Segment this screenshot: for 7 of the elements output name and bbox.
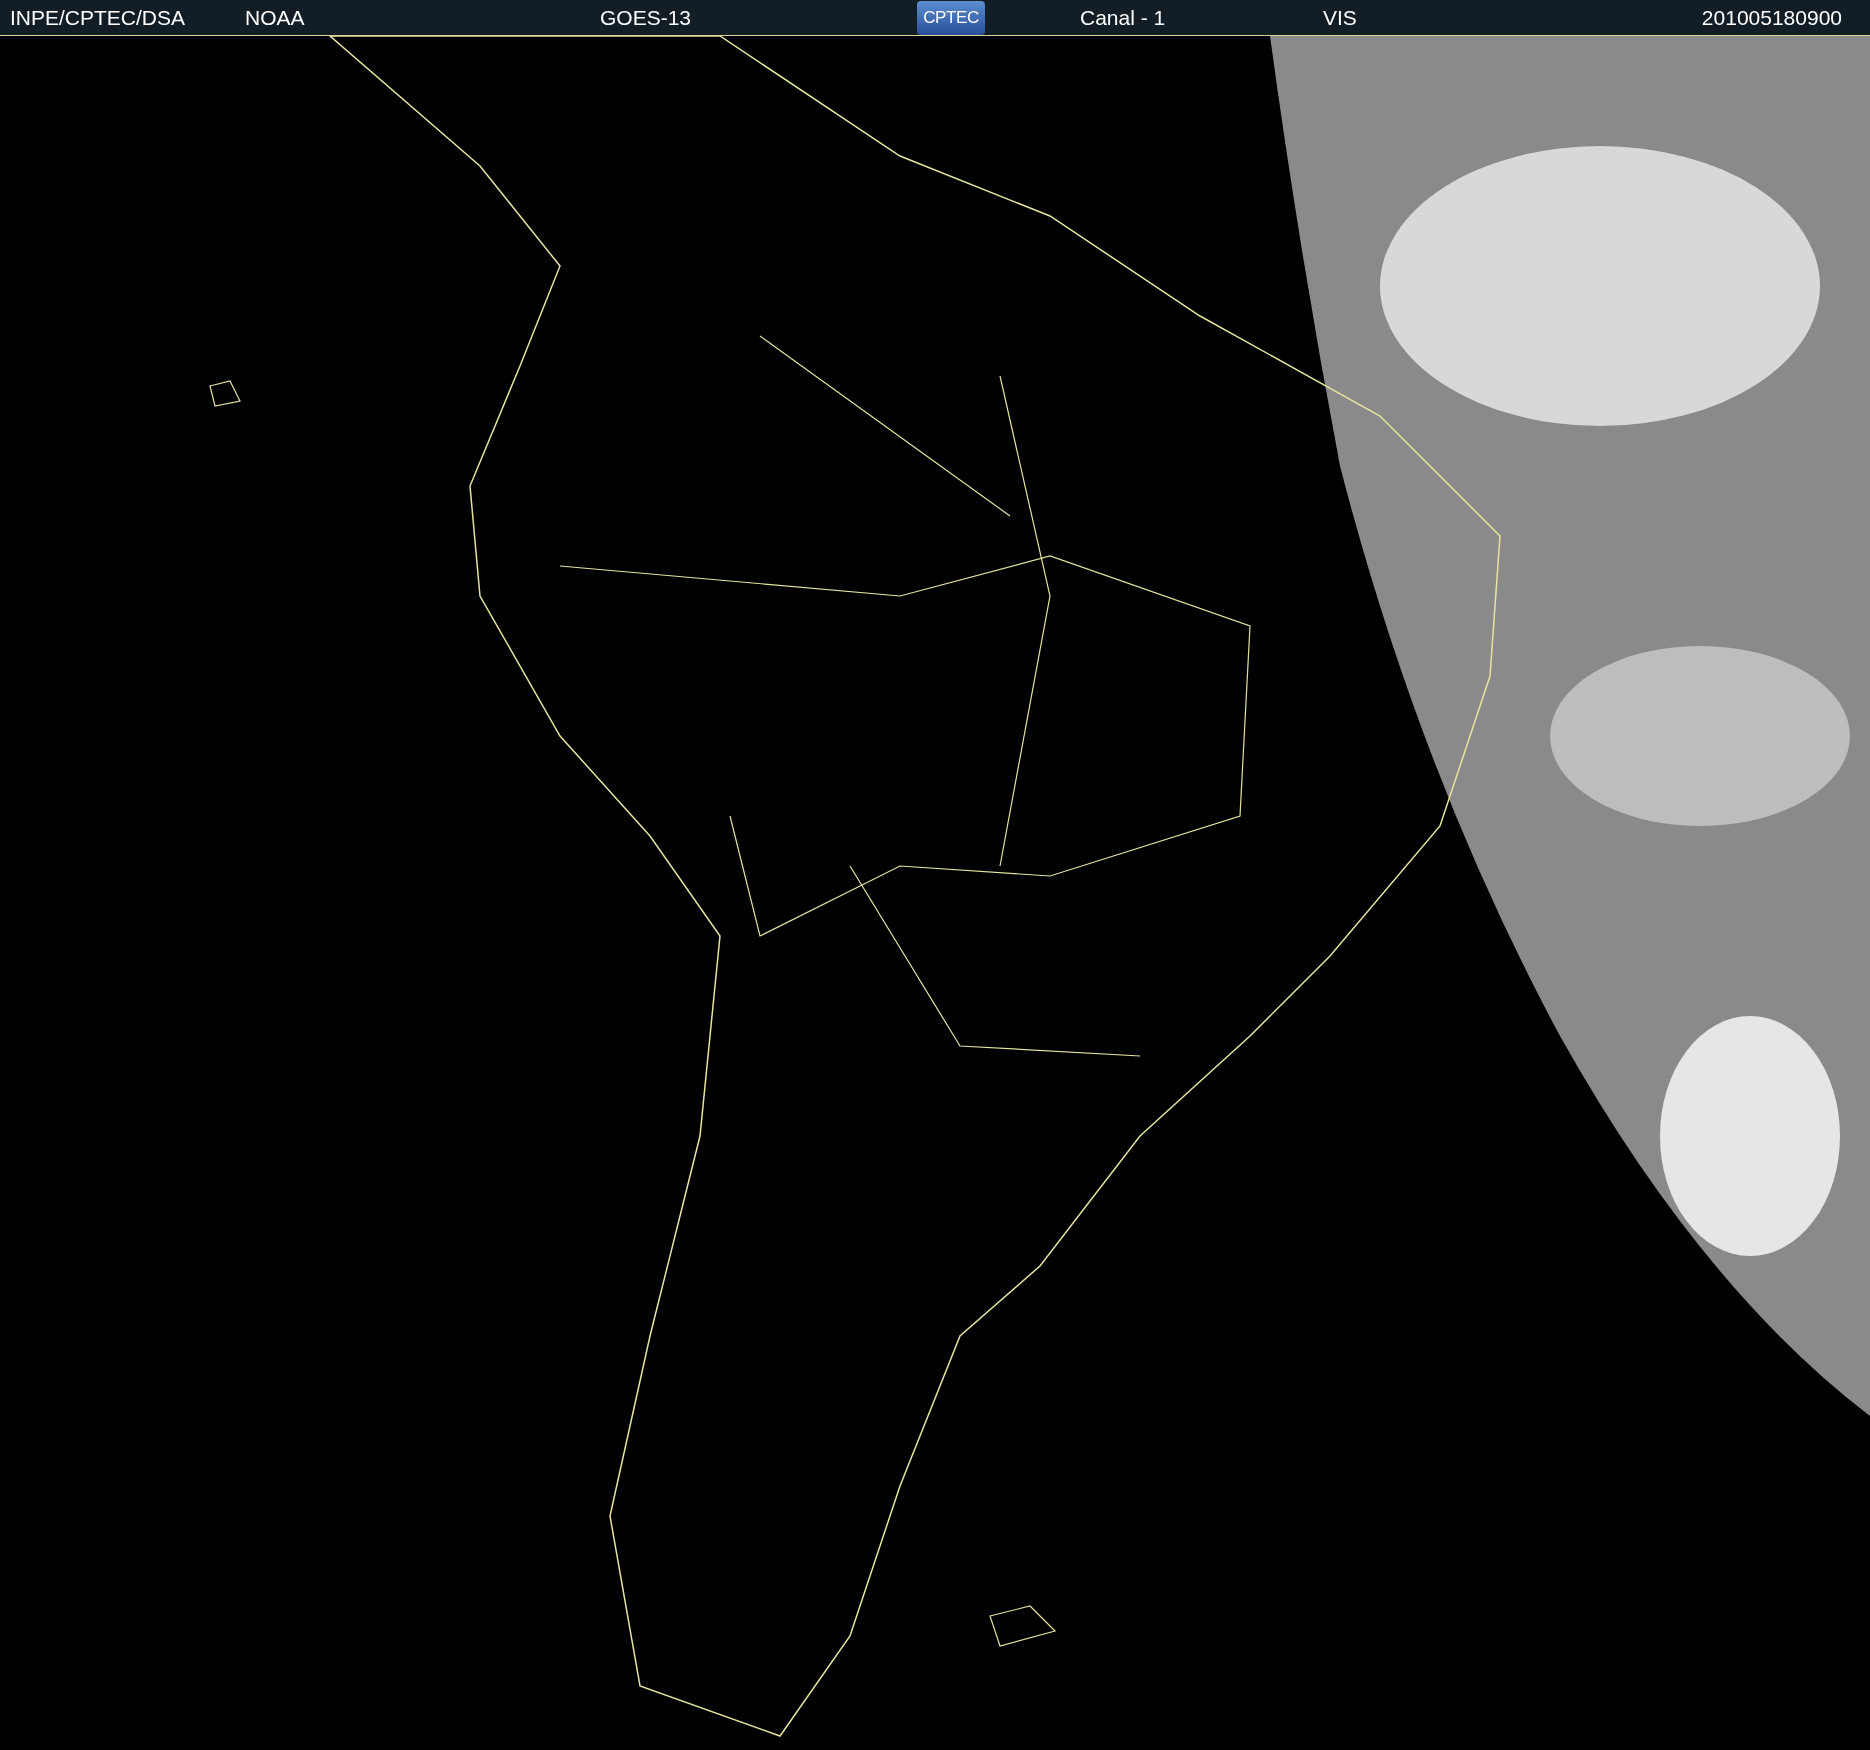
band-label: VIS (1323, 4, 1358, 31)
agency-label: NOAA (245, 4, 306, 31)
satellite-label: GOES-13 (600, 4, 693, 31)
source-label: INPE/CPTEC/DSA (10, 4, 187, 31)
timestamp-label: 201005180900 (1701, 4, 1842, 31)
logo: CPTEC (917, 0, 985, 35)
channel-label: Canal - 1 (1080, 4, 1167, 31)
